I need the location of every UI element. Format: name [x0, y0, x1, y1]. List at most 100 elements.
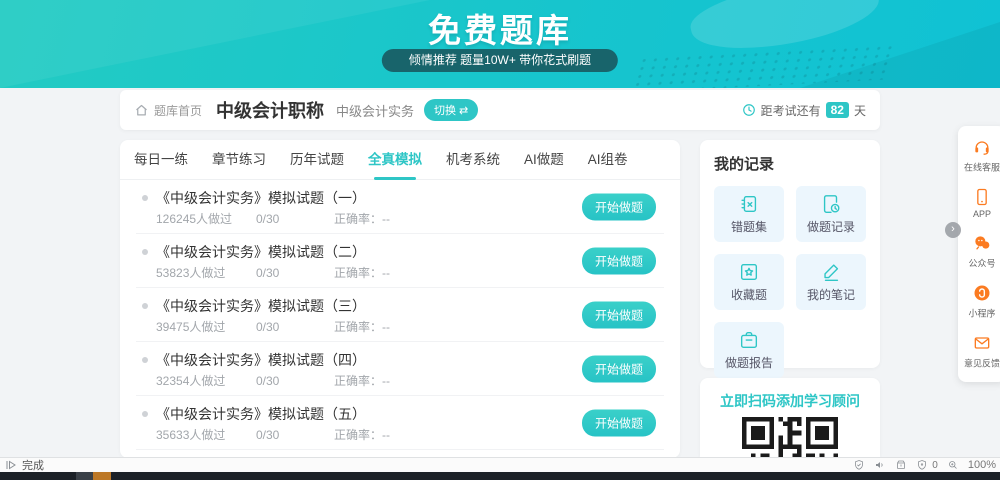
- tab-daily-practice[interactable]: 每日一练: [134, 140, 188, 180]
- zoom-level[interactable]: 100%: [968, 459, 996, 471]
- wrong-question-book-tile[interactable]: 错题集: [714, 186, 784, 242]
- shield-icon[interactable]: [916, 459, 928, 471]
- tab-chapter-practice[interactable]: 章节练习: [212, 140, 266, 180]
- start-exam-button[interactable]: 开始做题: [581, 247, 656, 274]
- security-check-icon[interactable]: [853, 459, 865, 471]
- exam-done-count: 32354人做过: [156, 374, 226, 388]
- bullet-icon: [142, 303, 148, 309]
- exam-title[interactable]: 《中级会计实务》模拟试题（四）: [156, 351, 366, 369]
- online-service-item[interactable]: 在线客服: [958, 131, 1000, 181]
- exam-panel: 每日一练 章节练习 历年试题 全真模拟 机考系统 AI做题 AI组卷 《中级会计…: [120, 140, 680, 458]
- exam-title[interactable]: 《中级会计实务》模拟试题（五）: [156, 405, 366, 423]
- exam-accuracy: 正确率：--: [334, 320, 391, 334]
- statusbar-left: 完成: [5, 457, 44, 473]
- package-icon[interactable]: [895, 459, 907, 471]
- bullet-icon: [142, 195, 148, 201]
- speaker-icon[interactable]: [874, 459, 886, 471]
- start-exam-button[interactable]: 开始做题: [581, 355, 656, 382]
- bullet-icon: [142, 249, 148, 255]
- wechat-official-item[interactable]: 公众号: [958, 227, 1000, 277]
- miniprogram-icon: [974, 285, 990, 301]
- bullet-icon: [142, 357, 148, 363]
- exam-list-item: 《中级会计实务》模拟试题（五） 35633人做过 0/30 正确率：-- 开始做…: [136, 396, 664, 450]
- countdown-suffix: 天: [853, 103, 866, 118]
- favorite-questions-tile[interactable]: 收藏题: [714, 254, 784, 310]
- exam-done-count: 53823人做过: [156, 266, 226, 280]
- swap-icon: ⇄: [459, 104, 469, 117]
- tab-bar: 每日一练 章节练习 历年试题 全真模拟 机考系统 AI做题 AI组卷: [120, 140, 680, 180]
- statusbar-right: 0 100%: [853, 459, 996, 471]
- start-exam-button[interactable]: 开始做题: [581, 193, 656, 220]
- countdown-prefix: 距考试还有: [760, 103, 821, 118]
- wechat-icon: [975, 236, 990, 250]
- exam-progress: 0/30: [256, 428, 280, 442]
- bullet-icon: [142, 411, 148, 417]
- taskbar-item-active[interactable]: [93, 472, 111, 480]
- switch-subject-button[interactable]: 切换 ⇄: [424, 99, 479, 121]
- promo-pill: 倾情推荐 题量10W+ 带你花式刷题: [381, 49, 619, 72]
- exam-title[interactable]: 《中级会计实务》模拟试题（一）: [156, 189, 366, 207]
- mail-icon: [974, 337, 990, 349]
- practice-report-tile[interactable]: 做题报告: [714, 322, 784, 378]
- favorite-questions-icon: [740, 263, 758, 281]
- qr-title: 立即扫码添加学习顾问: [720, 393, 860, 409]
- tab-ai-paper[interactable]: AI组卷: [588, 140, 628, 180]
- miniprogram-item[interactable]: 小程序: [958, 277, 1000, 327]
- exam-progress: 0/30: [256, 320, 280, 334]
- page: 免费题库 倾情推荐 题量10W+ 带你花式刷题 题库首页 中级会计职称 中级会计…: [0, 0, 1000, 480]
- practice-record-icon: [823, 195, 840, 213]
- breadcrumb: 题库首页 中级会计职称 中级会计实务 切换 ⇄ 距考试还有 82 天: [120, 90, 880, 130]
- exam-list-item: 《中级会计实务》模拟试题（四） 32354人做过 0/30 正确率：-- 开始做…: [136, 342, 664, 396]
- exam-title[interactable]: 《中级会计实务》模拟试题（三）: [156, 297, 366, 315]
- records-grid: 错题集 做题记录 收藏题 我的笔记 做题报告: [714, 186, 866, 378]
- record-label: 做题记录: [806, 220, 855, 234]
- zoom-icon[interactable]: [947, 459, 959, 471]
- switch-label: 切换: [434, 105, 457, 117]
- category-title: 中级会计职称: [216, 101, 325, 121]
- exam-accuracy: 正确率：--: [334, 266, 391, 280]
- subject-label: 中级会计实务: [336, 103, 415, 119]
- exam-title[interactable]: 《中级会计实务》模拟试题（二）: [156, 243, 366, 261]
- tab-past-papers[interactable]: 历年试题: [290, 140, 344, 180]
- exam-done-count: 39475人做过: [156, 320, 226, 334]
- os-taskbar-strip: [0, 472, 1000, 480]
- exam-list-item: 《中级会计实务》模拟试题（三） 39475人做过 0/30 正确率：-- 开始做…: [136, 288, 664, 342]
- phone-icon: [977, 188, 987, 206]
- contact-toolbar: › 在线客服 APP 公众号 小程序 意见反馈: [945, 126, 1000, 382]
- tool-label: 意见反馈: [964, 359, 1000, 370]
- tool-label: 在线客服: [964, 163, 1000, 174]
- taskbar-item[interactable]: [76, 472, 93, 480]
- my-records-title: 我的记录: [714, 156, 775, 173]
- exam-done-count: 35633人做过: [156, 428, 226, 442]
- feedback-item[interactable]: 意见反馈: [958, 327, 1000, 377]
- app-download-item[interactable]: APP: [958, 181, 1000, 227]
- record-label: 做题报告: [724, 356, 773, 370]
- exam-done-count: 126245人做过: [156, 212, 233, 226]
- exam-progress: 0/30: [256, 212, 280, 226]
- practice-record-tile[interactable]: 做题记录: [796, 186, 866, 242]
- clock-icon: [742, 104, 755, 116]
- tab-computer-exam-system[interactable]: 机考系统: [446, 140, 500, 180]
- tab-ai-practice[interactable]: AI做题: [524, 140, 564, 180]
- record-label: 我的笔记: [806, 288, 855, 302]
- tool-label: 公众号: [968, 259, 996, 270]
- page-status-text: 完成: [22, 460, 44, 472]
- record-label: 收藏题: [730, 288, 767, 302]
- page-title: 免费题库: [428, 12, 572, 49]
- exam-progress: 0/30: [256, 374, 280, 388]
- exam-list-item: 《中级会计实务》模拟试题（一） 126245人做过 0/30 正确率：-- 开始…: [136, 180, 664, 234]
- breadcrumb-home-link[interactable]: 题库首页: [154, 102, 202, 119]
- exam-countdown: 距考试还有 82 天: [742, 102, 866, 119]
- exam-accuracy: 正确率：--: [334, 212, 391, 226]
- start-exam-button[interactable]: 开始做题: [581, 301, 656, 328]
- shield-count: 0: [932, 459, 938, 471]
- exam-accuracy: 正确率：--: [334, 428, 391, 442]
- toolbar-collapse-handle[interactable]: ›: [945, 222, 961, 238]
- my-notes-tile[interactable]: 我的笔记: [796, 254, 866, 310]
- start-exam-button[interactable]: 开始做题: [581, 409, 656, 436]
- tab-mock-exams[interactable]: 全真模拟: [368, 140, 422, 180]
- page-done-icon: [6, 460, 16, 470]
- qr-promo-card: 立即扫码添加学习顾问: [700, 378, 880, 457]
- tool-label: APP: [972, 209, 991, 220]
- my-records-panel: 我的记录 错题集 做题记录 收藏题 我的笔记 做题报告: [700, 140, 880, 378]
